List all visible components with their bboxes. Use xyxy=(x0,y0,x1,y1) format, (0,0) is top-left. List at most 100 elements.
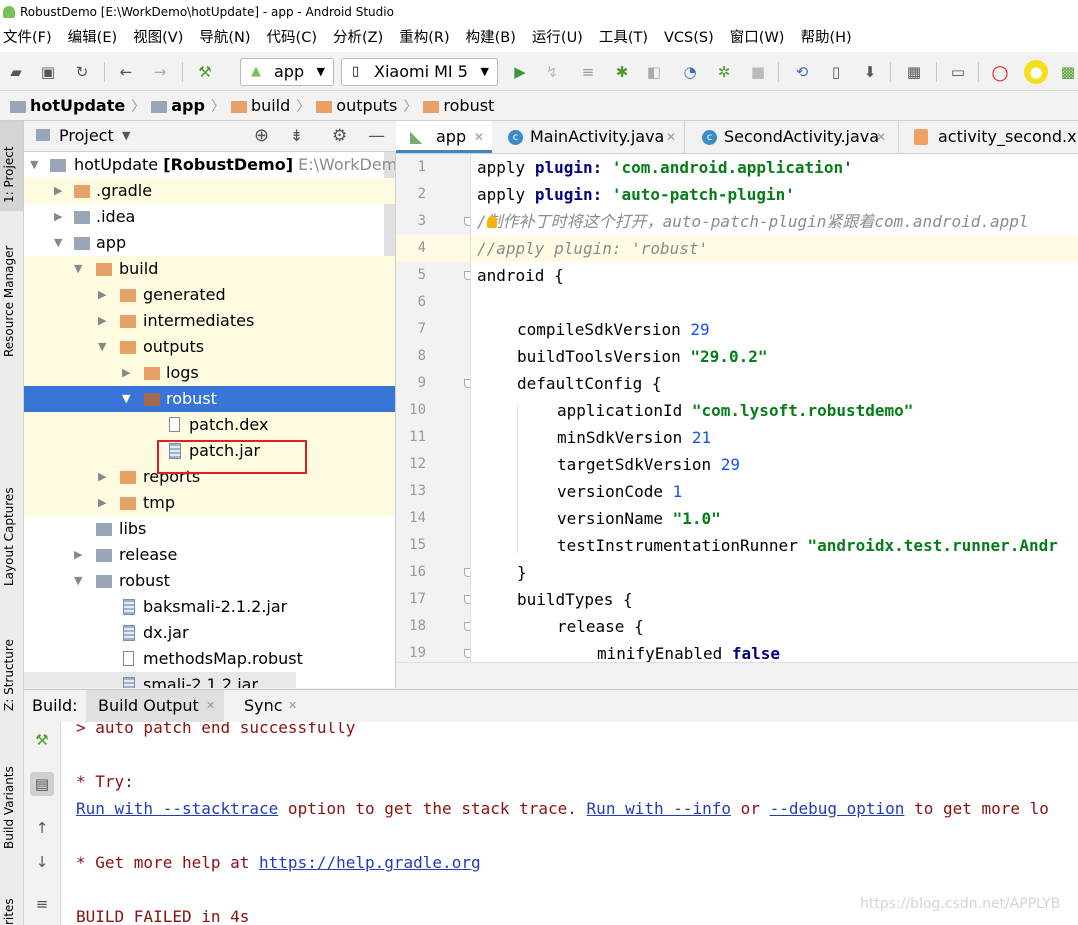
menu-refactor[interactable]: 重构(R) xyxy=(399,24,449,52)
gear-icon[interactable]: ⚙ xyxy=(332,121,347,151)
tree-row-patch-dex[interactable]: patch.dex xyxy=(24,412,395,438)
chevron-right-icon[interactable]: ▶ xyxy=(54,178,62,204)
chevron-down-icon[interactable]: ▼ xyxy=(98,334,106,360)
link-gradle-help[interactable]: https://help.gradle.org xyxy=(259,853,481,872)
tree-row-root[interactable]: ▼ hotUpdate [RobustDemo] E:\WorkDemo xyxy=(24,152,395,178)
fold-marker-icon[interactable] xyxy=(464,379,470,388)
chevron-down-icon[interactable]: ▼ xyxy=(74,568,82,594)
run-config-dropdown[interactable]: ▲ app ▼ xyxy=(240,58,334,86)
fold-marker-icon[interactable] xyxy=(464,217,470,226)
menu-vcs[interactable]: VCS(S) xyxy=(664,24,714,52)
apply-code-changes-icon[interactable]: ≡ xyxy=(578,62,598,82)
tree-row-app[interactable]: ▼ app xyxy=(24,230,395,256)
fold-marker-icon[interactable] xyxy=(464,568,470,577)
menu-file[interactable]: 文件(F) xyxy=(3,24,52,52)
chevron-down-icon[interactable]: ▼ xyxy=(30,152,38,178)
side-tab-structure[interactable]: Z: Structure xyxy=(2,639,16,711)
tree-row-robust-folder[interactable]: ▼ robust xyxy=(24,568,395,594)
chevron-down-icon[interactable]: ▼ xyxy=(54,230,62,256)
fold-marker-icon[interactable] xyxy=(464,595,470,604)
tab-app[interactable]: ◣ app ✕ xyxy=(396,121,492,153)
attach-debugger-icon[interactable]: ✲ xyxy=(714,62,734,82)
avd-manager-icon[interactable]: ▯ xyxy=(826,62,846,82)
run-icon[interactable]: ▶ xyxy=(510,62,530,82)
side-tab-build-variants[interactable]: Build Variants xyxy=(2,766,16,849)
fold-marker-icon[interactable] xyxy=(464,271,470,280)
tree-row-idea[interactable]: ▶ .idea xyxy=(24,204,395,230)
build-output-console[interactable]: > auto patch end successfully * Try: Run… xyxy=(61,722,1078,925)
hammer-icon[interactable]: ⚒ xyxy=(32,730,52,750)
tree-row-outputs[interactable]: ▼ outputs xyxy=(24,334,395,360)
fold-marker-icon[interactable] xyxy=(464,649,470,658)
soft-wrap-icon[interactable]: ≡ xyxy=(32,894,52,914)
locate-icon[interactable]: ⊕ xyxy=(254,121,269,151)
menu-build[interactable]: 构建(B) xyxy=(466,24,516,52)
side-tab-favorites[interactable]: rites xyxy=(2,898,16,925)
chevron-down-icon[interactable]: ▼ xyxy=(122,121,130,151)
chevron-right-icon[interactable]: ▶ xyxy=(74,542,82,568)
tree-row-dx-jar[interactable]: dx.jar xyxy=(24,620,395,646)
chevron-right-icon[interactable]: ▶ xyxy=(98,490,106,516)
search-icon[interactable]: ○ xyxy=(990,60,1010,84)
toggle-view-icon[interactable]: ▤ xyxy=(30,772,54,796)
tree-row-gradle[interactable]: ▶ .gradle xyxy=(24,178,395,204)
breadcrumb-item-app[interactable]: app xyxy=(151,96,205,115)
close-icon[interactable]: ✕ xyxy=(206,690,215,722)
tree-row-tmp[interactable]: ▶ tmp xyxy=(24,490,395,516)
menu-edit[interactable]: 编辑(E) xyxy=(68,24,117,52)
apply-changes-icon[interactable]: ↯ xyxy=(542,62,562,82)
tab-mainactivity[interactable]: c MainActivity.java ✕ xyxy=(496,121,685,153)
close-icon[interactable]: ✕ xyxy=(666,121,676,153)
project-structure-icon[interactable]: ▦ xyxy=(904,62,924,82)
event-log-icon[interactable]: ▩ xyxy=(1058,62,1078,82)
menu-tools[interactable]: 工具(T) xyxy=(599,24,648,52)
tree-row-smali-jar[interactable]: smali-2.1.2.jar xyxy=(24,672,296,688)
stop-icon[interactable]: ■ xyxy=(748,62,768,82)
chevron-down-icon[interactable]: ▼ xyxy=(122,386,130,412)
breadcrumb-item-build[interactable]: build xyxy=(230,96,290,115)
save-icon[interactable]: ▣ xyxy=(38,62,58,82)
tab-build-output[interactable]: Build Output ✕ xyxy=(86,690,224,722)
link-stacktrace[interactable]: Run with --stacktrace xyxy=(76,799,278,818)
chevron-right-icon[interactable]: ▶ xyxy=(122,360,130,386)
tree-row-robust-selected[interactable]: ▼ robust xyxy=(24,386,395,412)
coverage-icon[interactable]: ◧ xyxy=(644,62,664,82)
open-folder-icon[interactable]: ▰ xyxy=(6,62,26,82)
project-view-selector[interactable]: Project xyxy=(59,121,114,151)
menu-analyze[interactable]: 分析(Z) xyxy=(333,24,383,52)
tree-row-release[interactable]: ▶ release xyxy=(24,542,395,568)
breadcrumb-item-outputs[interactable]: outputs xyxy=(316,96,397,115)
hide-icon[interactable]: — xyxy=(368,121,385,151)
menu-navigate[interactable]: 导航(N) xyxy=(199,24,250,52)
tree-row-logs[interactable]: ▶ logs xyxy=(24,360,395,386)
chevron-down-icon[interactable]: ▼ xyxy=(74,256,82,282)
debug-icon[interactable]: ✱ xyxy=(612,62,632,82)
intention-bulb-icon[interactable] xyxy=(487,216,497,228)
tip-icon[interactable]: ● xyxy=(1024,60,1048,84)
tree-row-generated[interactable]: ▶ generated xyxy=(24,282,395,308)
fold-marker-icon[interactable] xyxy=(464,622,470,631)
chevron-right-icon[interactable]: ▶ xyxy=(98,308,106,334)
profile-icon[interactable]: ◔ xyxy=(680,62,700,82)
side-tab-project[interactable]: 1: Project xyxy=(2,146,16,203)
sync-gradle-icon[interactable]: ⟲ xyxy=(792,62,812,82)
menu-run[interactable]: 运行(U) xyxy=(532,24,583,52)
close-icon[interactable]: ✕ xyxy=(474,121,484,153)
terminal-icon[interactable]: ▭ xyxy=(948,62,968,82)
tree-row-libs[interactable]: libs xyxy=(24,516,395,542)
tab-secondactivity[interactable]: c SecondActivity.java ✕ xyxy=(690,121,899,153)
sync-icon[interactable]: ↻ xyxy=(72,62,92,82)
chevron-right-icon[interactable]: ▶ xyxy=(98,464,106,490)
collapse-all-icon[interactable]: ⇟ xyxy=(290,121,303,151)
menu-view[interactable]: 视图(V) xyxy=(133,24,183,52)
menu-help[interactable]: 帮助(H) xyxy=(800,24,851,52)
link-info[interactable]: Run with --info xyxy=(587,799,732,818)
hammer-icon[interactable]: ⚒ xyxy=(195,62,215,82)
tree-row-baksmali-jar[interactable]: baksmali-2.1.2.jar xyxy=(24,594,395,620)
forward-icon[interactable]: → xyxy=(150,62,170,82)
tree-row-methodsmap[interactable]: methodsMap.robust xyxy=(24,646,395,672)
arrow-up-icon[interactable]: ↑ xyxy=(32,818,52,838)
menu-code[interactable]: 代码(C) xyxy=(267,24,317,52)
code-editor[interactable]: apply plugin: 'com.android.application' … xyxy=(471,154,1078,662)
sdk-manager-icon[interactable]: ⬇ xyxy=(860,62,880,82)
